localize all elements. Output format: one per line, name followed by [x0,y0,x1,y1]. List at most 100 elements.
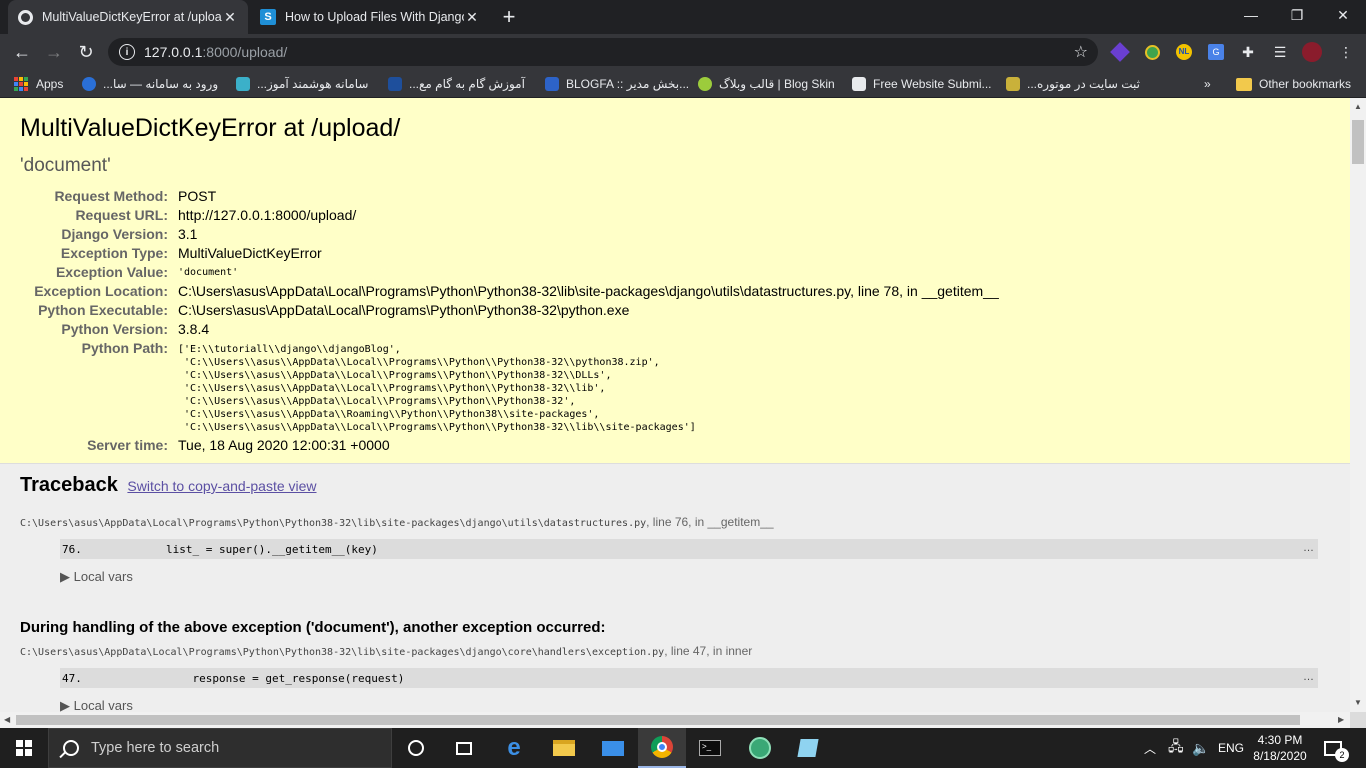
network-icon[interactable]: 🖧 [1168,728,1184,768]
switch-view-link[interactable]: Switch to copy-and-paste view [127,478,316,494]
notification-count-badge: 2 [1335,747,1349,762]
bookmark-item[interactable]: قالب وبلاگ | Blog Skin [698,75,835,93]
vertical-scrollbar[interactable]: ▲ ▼ [1350,98,1366,712]
chrome-icon[interactable] [638,728,686,768]
code-context-line[interactable]: 76. list_ = super().__getitem__(key) … [60,539,1318,559]
bookmark-apps[interactable]: Apps [14,75,63,93]
blogfa-icon [545,77,559,91]
puzzle-icon[interactable]: ✚ [1238,42,1258,62]
bookmark-item[interactable]: ورود به سامانه — سا... [82,75,218,93]
address-bar[interactable]: i 127.0.0.1:8000/upload/ ☆ [108,38,1098,66]
show-hidden-icons-button[interactable]: ︿ [1144,728,1156,768]
bookmark-item[interactable]: آموزش گام به گام مع... [388,75,525,93]
input-language[interactable]: ENG [1218,728,1244,768]
taskbar-search[interactable]: Type here to search [48,728,392,768]
atom-icon[interactable] [736,728,784,768]
profile-avatar[interactable] [1302,42,1322,62]
tab-title: How to Upload Files With Django [285,10,464,24]
restore-button[interactable]: ❐ [1274,0,1320,30]
bookmark-star-icon[interactable]: ☆ [1074,42,1088,62]
meta-value: MultiValueDictKeyError [178,245,322,261]
horizontal-scrollbar[interactable]: ◀ ▶ [0,712,1350,728]
scroll-left-arrow-icon[interactable]: ◀ [4,715,10,724]
scroll-right-arrow-icon[interactable]: ▶ [1338,715,1344,724]
notepad-icon[interactable] [784,728,832,768]
task-view-icon[interactable] [440,728,488,768]
bookmark-item[interactable]: Free Website Submi... [852,75,992,93]
menu-icon[interactable]: ⋮ [1336,42,1356,62]
request-meta-table: Request Method: POST Request URL: http://1… [20,187,999,455]
error-title: MultiValueDictKeyError at /upload/ [20,114,401,142]
close-tab-icon[interactable]: ✕ [222,9,238,26]
scrollbar-corner [1350,712,1366,728]
mail-icon[interactable] [589,728,637,768]
new-tab-button[interactable]: + [497,6,521,28]
windows-logo-icon [16,740,32,756]
blogskin-icon [698,77,712,91]
bookmark-item[interactable]: BLOGFA :: بخش مدیر... [545,75,689,93]
tab-error-page[interactable]: MultiValueDictKeyError at /upload/ ✕ [8,0,248,34]
media-queue-icon[interactable]: ☰ [1270,42,1290,62]
terminal-icon[interactable]: >_ [686,728,734,768]
meta-label: Django Version: [61,226,168,242]
frame-location: C:\Users\asus\AppData\Local\Programs\Pyt… [20,644,753,658]
other-bookmarks-folder[interactable]: Other bookmarks [1236,75,1351,93]
error-subtitle: 'document' [20,155,111,176]
system-clock[interactable]: 4:30 PM 8/18/2020 [1242,732,1318,764]
local-vars-toggle[interactable]: ▶ Local vars [60,569,1330,585]
site-favicon-icon [1006,77,1020,91]
error-summary: MultiValueDictKeyError at /upload/ 'docu… [0,98,1350,464]
forward-button[interactable]: → [42,40,66,64]
meta-value: C:\Users\asus\AppData\Local\Programs\Pyt… [178,302,630,318]
meta-value: Tue, 18 Aug 2020 12:00:31 +0000 [178,437,390,453]
notification-center-button[interactable]: 2 [1324,728,1349,768]
bookmarks-overflow-button[interactable]: » [1204,75,1211,93]
meta-label: Python Executable: [38,302,168,318]
reload-button[interactable]: ↻ [74,40,98,64]
meta-value: http://127.0.0.1:8000/upload/ [178,207,357,223]
ellipsis-toggle[interactable]: … [1303,542,1314,554]
meta-label: Exception Type: [60,245,168,261]
bookmarks-bar: Apps ورود به سامانه — سا... سامانه هوشمن… [0,70,1366,98]
volume-icon[interactable]: 🔈 [1192,728,1209,768]
ellipsis-toggle[interactable]: … [1303,671,1314,683]
minimize-button[interactable]: — [1228,0,1274,30]
file-explorer-icon[interactable] [540,728,588,768]
meta-value: 3.1 [178,226,198,242]
meta-label: Request Method: [54,188,168,204]
search-icon [63,740,79,756]
meta-label: Python Version: [61,321,168,337]
info-icon[interactable]: i [119,44,135,60]
close-tab-icon[interactable]: ✕ [464,9,480,26]
extension-nl-icon[interactable]: NL [1174,42,1194,62]
meta-value: 3.8.4 [178,321,210,337]
extension-purple-icon[interactable] [1110,42,1130,62]
python-path-value: ['E:\\tutoriall\\django\\djangoBlog', 'C… [178,344,696,433]
url-text: 127.0.0.1:8000/upload/ [144,44,288,60]
edge-icon[interactable]: e [490,728,538,768]
cortana-icon[interactable] [392,728,440,768]
vertical-scroll-thumb[interactable] [1352,120,1364,164]
code-context-line[interactable]: 47. response = get_response(request) … [60,668,1318,688]
meta-value: C:\Users\asus\AppData\Local\Programs\Pyt… [178,283,999,299]
bookmark-item[interactable]: سامانه هوشمند آموز... [236,75,368,93]
scroll-down-arrow-icon[interactable]: ▼ [1354,698,1362,707]
extension-globe-icon[interactable] [1142,42,1162,62]
start-button[interactable] [0,728,48,768]
tab-upload-tutorial[interactable]: S How to Upload Files With Django ✕ [250,0,490,34]
tab-title: MultiValueDictKeyError at /upload/ [42,10,222,24]
close-window-button[interactable]: ✕ [1320,0,1366,30]
translate-icon[interactable]: G [1206,42,1226,62]
back-button[interactable]: ← [10,40,34,64]
scroll-up-arrow-icon[interactable]: ▲ [1354,102,1362,111]
bookmark-item[interactable]: ثبت سایت در موتوره... [1006,75,1140,93]
s-logo-icon: S [260,9,276,25]
horizontal-scroll-thumb[interactable] [16,715,1300,725]
globe-icon [18,9,33,25]
windows-taskbar: Type here to search e >_ ︿ 🖧 🔈 ENG 4:30 … [0,728,1366,768]
chart-favicon-icon [852,77,866,91]
meta-label: Exception Value: [55,264,168,280]
local-vars-toggle[interactable]: ▶ Local vars [60,698,1330,712]
traceback-section: Traceback Switch to copy-and-paste view … [0,464,1350,712]
site-favicon-icon [82,77,96,91]
